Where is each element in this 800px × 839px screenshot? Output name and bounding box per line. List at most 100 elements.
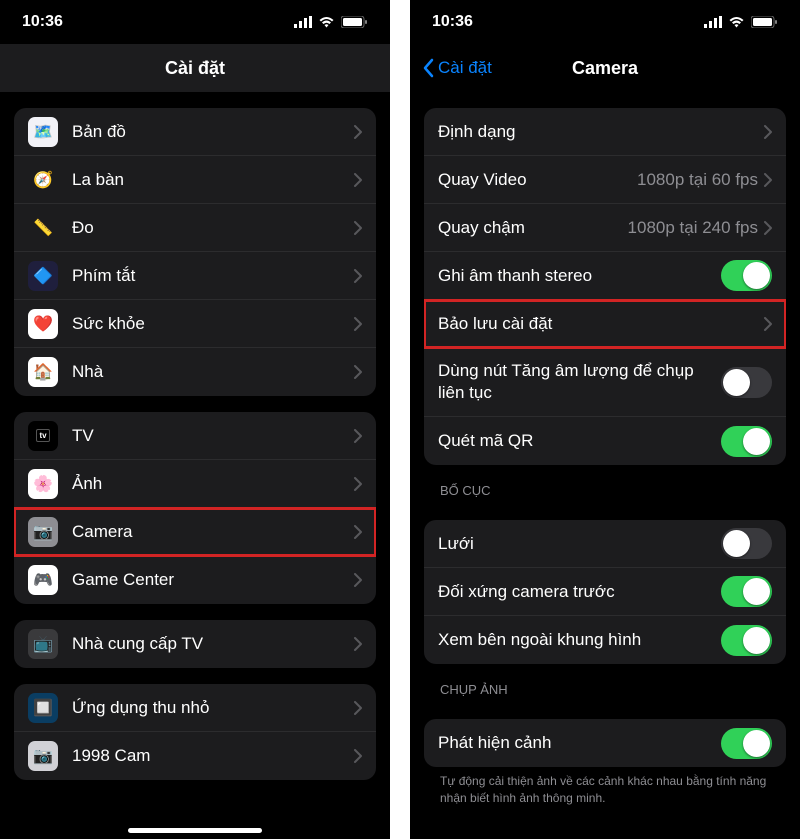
chevron-right-icon <box>354 637 362 651</box>
settings-row[interactable]: Xem bên ngoài khung hình <box>424 616 786 664</box>
settings-row[interactable]: Phát hiện cảnh <box>424 719 786 767</box>
header: Cài đặt Camera <box>410 44 800 92</box>
settings-row-gamecenter[interactable]: 🎮 Game Center <box>14 556 376 604</box>
settings-row[interactable]: Ghi âm thanh stereo <box>424 252 786 300</box>
settings-row-camera[interactable]: 📷 Camera <box>14 508 376 556</box>
settings-group: tv TV 🌸Ảnh 📷 Camera 🎮 Game Center <box>14 412 376 604</box>
miniapp-icon: 🔲 <box>28 693 58 723</box>
settings-group: 📺Nhà cung cấp TV <box>14 620 376 668</box>
section-footer: Tự động cải thiện ảnh về các cảnh khác n… <box>410 767 800 807</box>
settings-row-compass[interactable]: 🧭La bàn <box>14 156 376 204</box>
settings-row-miniapp[interactable]: 🔲Ứng dụng thu nhỏ <box>14 684 376 732</box>
settings-row[interactable]: Quét mã QR <box>424 417 786 465</box>
settings-row[interactable]: Bảo lưu cài đặt <box>424 300 786 348</box>
settings-list[interactable]: 🗺️Bản đồ🧭La bàn📏Đo 🔷 Phím tắt ❤️Sức khỏe🏠Nh… <box>0 92 390 839</box>
chevron-left-icon <box>422 58 434 78</box>
chevron-right-icon <box>354 573 362 587</box>
status-time: 10:36 <box>432 13 473 31</box>
toggle-switch[interactable] <box>721 528 772 559</box>
settings-row-tv[interactable]: tv TV <box>14 412 376 460</box>
header: Cài đặt <box>0 44 390 92</box>
chevron-right-icon <box>354 749 362 763</box>
back-button[interactable]: Cài đặt <box>422 58 492 78</box>
row-label: 1998 Cam <box>72 746 354 766</box>
row-label: Xem bên ngoài khung hình <box>438 630 721 650</box>
chevron-right-icon <box>354 525 362 539</box>
toggle-switch[interactable] <box>721 426 772 457</box>
settings-row-photos[interactable]: 🌸Ảnh <box>14 460 376 508</box>
toggle-switch[interactable] <box>721 367 772 398</box>
row-label: Quay Video <box>438 170 637 190</box>
chevron-right-icon <box>764 317 772 331</box>
chevron-right-icon <box>354 317 362 331</box>
phone-settings: 10:36 Cài đặt 🗺️Bản đồ🧭La bàn📏Đo 🔷 Phím tắ… <box>0 0 390 839</box>
section-header: CHỤP ẢNH <box>410 664 800 703</box>
settings-row[interactable]: Đối xứng camera trước <box>424 568 786 616</box>
row-label: Sức khỏe <box>72 314 354 334</box>
row-label: Đo <box>72 218 354 238</box>
status-indicators <box>294 16 368 28</box>
row-label: Bản đồ <box>72 122 354 142</box>
settings-row-shortcuts[interactable]: 🔷 Phím tắt <box>14 252 376 300</box>
toggle-switch[interactable] <box>721 728 772 759</box>
home-indicator[interactable] <box>128 828 262 833</box>
settings-row-health[interactable]: ❤️Sức khỏe <box>14 300 376 348</box>
row-label: Quét mã QR <box>438 431 721 451</box>
back-label: Cài đặt <box>438 58 492 78</box>
chevron-right-icon <box>764 221 772 235</box>
row-label: Phát hiện cảnh <box>438 733 721 753</box>
row-label: La bàn <box>72 170 354 190</box>
toggle-switch[interactable] <box>721 576 772 607</box>
chevron-right-icon <box>354 173 362 187</box>
shortcuts-icon: 🔷 <box>28 261 58 291</box>
camera-icon: 📷 <box>28 517 58 547</box>
row-label: Phím tắt <box>72 266 354 286</box>
chevron-right-icon <box>354 221 362 235</box>
row-label: Camera <box>72 522 354 542</box>
tvprovider-icon: 📺 <box>28 629 58 659</box>
signal-icon <box>294 16 312 28</box>
settings-group: Lưới Đối xứng camera trước Xem bên ngoài k… <box>424 520 786 664</box>
settings-group: Định dạng Quay Video1080p tại 60 fpsQuay … <box>424 108 786 465</box>
settings-row[interactable]: Dùng nút Tăng âm lượng để chụp liên tục <box>424 348 786 417</box>
toggle-switch[interactable] <box>721 260 772 291</box>
row-label: Bảo lưu cài đặt <box>438 314 764 334</box>
settings-row-measure[interactable]: 📏Đo <box>14 204 376 252</box>
settings-row[interactable]: Quay Video1080p tại 60 fps <box>424 156 786 204</box>
settings-group: Phát hiện cảnh <box>424 719 786 767</box>
settings-row[interactable]: Lưới <box>424 520 786 568</box>
phone-camera-settings: 10:36 Cài đặt Camera Định dạng Quay Video… <box>410 0 800 839</box>
toggle-switch[interactable] <box>721 625 772 656</box>
chevron-right-icon <box>354 365 362 379</box>
page-title: Cài đặt <box>165 58 225 79</box>
gamecenter-icon: 🎮 <box>28 565 58 595</box>
chevron-right-icon <box>354 269 362 283</box>
row-label: Dùng nút Tăng âm lượng để chụp liên tục <box>438 356 721 408</box>
section-header: BỐ CỤC <box>410 465 800 504</box>
signal-icon <box>704 16 722 28</box>
chevron-right-icon <box>764 125 772 139</box>
row-label: Game Center <box>72 570 354 590</box>
status-bar: 10:36 <box>0 0 390 44</box>
settings-row[interactable]: Quay chậm1080p tại 240 fps <box>424 204 786 252</box>
row-label: Ghi âm thanh stereo <box>438 266 721 286</box>
settings-row-tvprovider[interactable]: 📺Nhà cung cấp TV <box>14 620 376 668</box>
1998cam-icon: 📷 <box>28 741 58 771</box>
row-label: TV <box>72 426 354 446</box>
wifi-icon <box>728 16 745 28</box>
status-bar: 10:36 <box>410 0 800 44</box>
settings-row[interactable]: Định dạng <box>424 108 786 156</box>
battery-icon <box>751 16 778 28</box>
settings-row-maps[interactable]: 🗺️Bản đồ <box>14 108 376 156</box>
row-label: Định dạng <box>438 122 764 142</box>
settings-row-home[interactable]: 🏠Nhà <box>14 348 376 396</box>
chevron-right-icon <box>354 701 362 715</box>
chevron-right-icon <box>354 429 362 443</box>
row-value: 1080p tại 240 fps <box>628 218 758 238</box>
settings-row-1998cam[interactable]: 📷 1998 Cam <box>14 732 376 780</box>
tv-icon: tv <box>28 421 58 451</box>
camera-settings-list[interactable]: Định dạng Quay Video1080p tại 60 fpsQuay … <box>410 92 800 839</box>
settings-group: 🗺️Bản đồ🧭La bàn📏Đo 🔷 Phím tắt ❤️Sức khỏe🏠Nh… <box>14 108 376 396</box>
settings-group: 🔲Ứng dụng thu nhỏ 📷 1998 Cam <box>14 684 376 780</box>
row-label: Lưới <box>438 534 721 554</box>
